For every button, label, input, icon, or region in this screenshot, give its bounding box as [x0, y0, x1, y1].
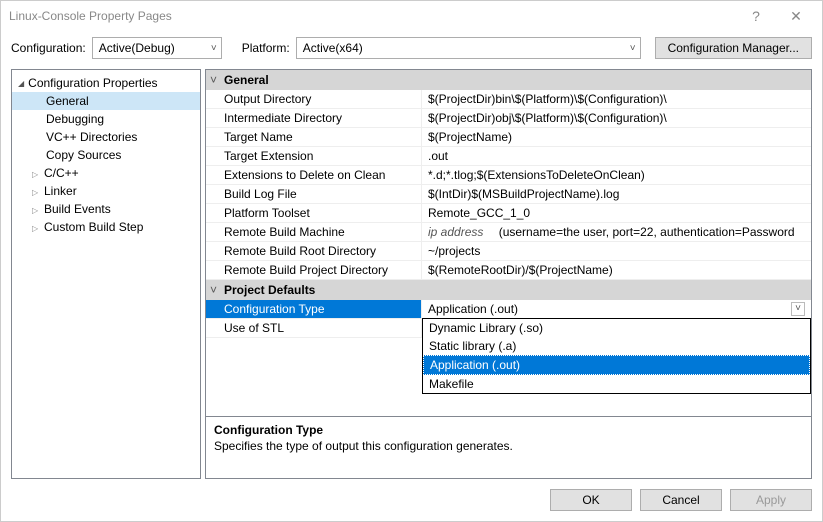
prop-value[interactable]: ip address (username=the user, port=22, … — [422, 223, 811, 241]
prop-value[interactable]: $(IntDir)$(MSBuildProjectName).log — [422, 185, 811, 203]
tree-item-copy-sources[interactable]: Copy Sources — [12, 146, 200, 164]
prop-value[interactable]: $(ProjectDir)bin\$(Platform)\$(Configura… — [422, 90, 811, 108]
prop-label: Remote Build Machine — [206, 223, 422, 241]
tree-item-linker[interactable]: ▷ Linker — [12, 182, 200, 200]
ok-button[interactable]: OK — [550, 489, 632, 511]
help-icon[interactable]: ? — [736, 8, 776, 24]
tree-item-label: Linker — [44, 184, 77, 198]
dropdown-option-selected[interactable]: Application (.out) — [423, 355, 810, 375]
tree-item-build-events[interactable]: ▷ Build Events — [12, 200, 200, 218]
prop-label: Target Name — [206, 128, 422, 146]
prop-row[interactable]: Remote Build Project Directory$(RemoteRo… — [206, 261, 811, 280]
main-area: Configuration Properties General Debuggi… — [1, 69, 822, 479]
prop-label: Platform Toolset — [206, 204, 422, 222]
prop-row[interactable]: Intermediate Directory$(ProjectDir)obj\$… — [206, 109, 811, 128]
tree-item-general[interactable]: General — [12, 92, 200, 110]
platform-value: Active(x64) — [303, 41, 363, 55]
prop-value[interactable]: Remote_GCC_1_0 — [422, 204, 811, 222]
prop-label: Remote Build Project Directory — [206, 261, 422, 279]
prop-row[interactable]: Platform ToolsetRemote_GCC_1_0 — [206, 204, 811, 223]
tree-item-cpp[interactable]: ▷ C/C++ — [12, 164, 200, 182]
config-manager-button[interactable]: Configuration Manager... — [655, 37, 812, 59]
prop-label: Intermediate Directory — [206, 109, 422, 127]
cancel-label: Cancel — [662, 493, 699, 507]
prop-value[interactable]: *.d;*.tlog;$(ExtensionsToDeleteOnClean) — [422, 166, 811, 184]
prop-label: Build Log File — [206, 185, 422, 203]
config-manager-label: Configuration Manager... — [668, 41, 799, 55]
tree-item-label: Custom Build Step — [44, 220, 143, 234]
property-grid: General Output Directory$(ProjectDir)bin… — [206, 70, 811, 416]
prop-value[interactable]: Application (.out) — [422, 300, 811, 318]
platform-combo[interactable]: Active(x64) ˅ — [296, 37, 641, 59]
description-title: Configuration Type — [214, 423, 803, 437]
prop-value[interactable]: $(ProjectName) — [422, 128, 811, 146]
section-general[interactable]: General — [206, 70, 811, 90]
prop-label: Output Directory — [206, 90, 422, 108]
triangle-right-icon: ▷ — [32, 206, 40, 215]
description-pane: Configuration Type Specifies the type of… — [206, 416, 811, 478]
prop-label: Remote Build Root Directory — [206, 242, 422, 260]
triangle-right-icon: ▷ — [32, 170, 40, 179]
dropdown-option[interactable]: Static library (.a) — [423, 337, 810, 355]
tree-item-label: C/C++ — [44, 166, 79, 180]
configuration-label: Configuration: — [11, 41, 86, 55]
property-grid-wrap: General Output Directory$(ProjectDir)bin… — [205, 69, 812, 479]
prop-label: Use of STL — [206, 319, 422, 337]
config-type-dropdown[interactable]: Dynamic Library (.so) Static library (.a… — [422, 318, 811, 394]
tree-item-debugging[interactable]: Debugging — [12, 110, 200, 128]
config-toolbar: Configuration: Active(Debug) ˅ Platform:… — [1, 31, 822, 69]
description-text: Specifies the type of output this config… — [214, 439, 803, 453]
prop-value[interactable]: $(ProjectDir)obj\$(Platform)\$(Configura… — [422, 109, 811, 127]
prop-value[interactable]: $(RemoteRootDir)/$(ProjectName) — [422, 261, 811, 279]
nav-tree[interactable]: Configuration Properties General Debuggi… — [11, 69, 201, 479]
close-icon[interactable]: ✕ — [776, 8, 816, 25]
property-pages-dialog: { "window": { "title": "Linux-Console Pr… — [0, 0, 823, 522]
prop-value-rest: (username=the user, port=22, authenticat… — [495, 225, 794, 239]
ok-label: OK — [582, 493, 599, 507]
prop-value-italic: ip address — [428, 225, 495, 239]
prop-row[interactable]: Remote Build Machineip address (username… — [206, 223, 811, 242]
dialog-buttons: OK Cancel Apply — [1, 479, 822, 521]
prop-row[interactable]: Build Log File$(IntDir)$(MSBuildProjectN… — [206, 185, 811, 204]
chevron-down-icon: ˅ — [211, 43, 217, 54]
apply-label: Apply — [756, 493, 786, 507]
prop-row[interactable]: Extensions to Delete on Clean*.d;*.tlog;… — [206, 166, 811, 185]
prop-label: Configuration Type — [206, 300, 422, 318]
tree-item-label: Build Events — [44, 202, 111, 216]
triangle-right-icon: ▷ — [32, 224, 40, 233]
prop-row[interactable]: Target Name$(ProjectName) — [206, 128, 811, 147]
prop-value[interactable]: .out — [422, 147, 811, 165]
apply-button[interactable]: Apply — [730, 489, 812, 511]
configuration-value: Active(Debug) — [99, 41, 175, 55]
window-title: Linux-Console Property Pages — [7, 9, 736, 23]
prop-label: Target Extension — [206, 147, 422, 165]
cancel-button[interactable]: Cancel — [640, 489, 722, 511]
chevron-down-icon: ˅ — [630, 43, 636, 54]
configuration-combo[interactable]: Active(Debug) ˅ — [92, 37, 222, 59]
tree-item-custom-build[interactable]: ▷ Custom Build Step — [12, 218, 200, 236]
section-defaults[interactable]: Project Defaults — [206, 280, 811, 300]
prop-row-config-type[interactable]: Configuration TypeApplication (.out) — [206, 300, 811, 319]
prop-row[interactable]: Remote Build Root Directory~/projects — [206, 242, 811, 261]
titlebar: Linux-Console Property Pages ? ✕ — [1, 1, 822, 31]
prop-row[interactable]: Target Extension.out — [206, 147, 811, 166]
dropdown-option[interactable]: Dynamic Library (.so) — [423, 319, 810, 337]
platform-label: Platform: — [242, 41, 290, 55]
prop-value[interactable]: ~/projects — [422, 242, 811, 260]
prop-row[interactable]: Output Directory$(ProjectDir)bin\$(Platf… — [206, 90, 811, 109]
tree-item-vcpp-dirs[interactable]: VC++ Directories — [12, 128, 200, 146]
prop-label: Extensions to Delete on Clean — [206, 166, 422, 184]
dropdown-option[interactable]: Makefile — [423, 375, 810, 393]
tree-root[interactable]: Configuration Properties — [12, 74, 200, 92]
triangle-right-icon: ▷ — [32, 188, 40, 197]
